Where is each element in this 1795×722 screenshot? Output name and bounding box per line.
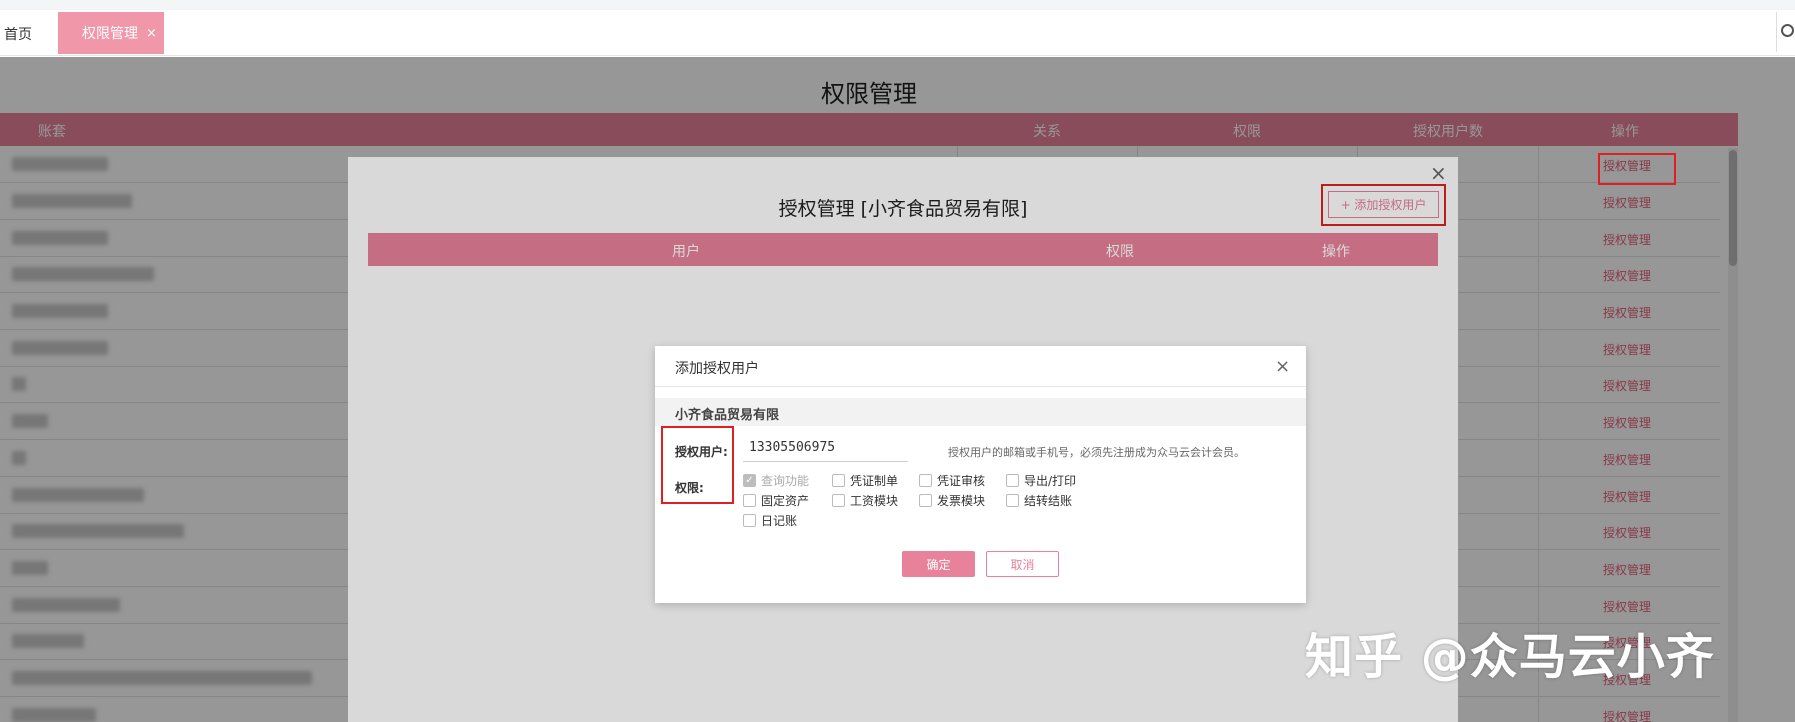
modal-title: 添加授权用户 [675, 361, 759, 377]
user-hint: 授权用户的邮箱或手机号，必须先注册成为众马云会计会员。 [948, 446, 1245, 459]
checkbox-box [919, 494, 932, 507]
top-tab-bar: 首页 权限管理 × [0, 0, 1795, 56]
perm-export-print-checkbox[interactable]: 导出/打印 [1006, 472, 1076, 489]
tab-permission-management[interactable]: 权限管理 × [58, 12, 164, 54]
add-user-modal: 添加授权用户 × 小齐食品贸易有限 授权用户: 权限: 授权用户的邮箱或手机号，… [655, 346, 1306, 603]
tab-home[interactable]: 首页 [4, 24, 32, 44]
checkbox-label: 日记账 [761, 514, 798, 528]
watermark: 知乎 @众马云小齐 [1305, 629, 1715, 685]
cancel-button[interactable]: 取消 [986, 551, 1059, 577]
user-input[interactable] [743, 434, 908, 462]
checkbox-box [1006, 474, 1019, 487]
checkbox-label: 凭证审核 [937, 474, 986, 488]
perm-voucher-review-checkbox[interactable]: 凭证审核 [919, 472, 985, 489]
perm-closing-checkbox[interactable]: 结转结账 [1006, 492, 1072, 509]
checkbox-label: 结转结账 [1024, 494, 1073, 508]
perm-journal-checkbox[interactable]: 日记账 [743, 512, 797, 529]
highlight-box [1598, 153, 1676, 185]
check-icon: ✓ [743, 474, 756, 487]
tab-close-icon[interactable]: × [146, 26, 157, 41]
checkbox-label: 查询功能 [761, 474, 810, 488]
checkbox-box [832, 474, 845, 487]
modal-header: 添加授权用户 × [655, 346, 1306, 387]
company-bar: 小齐食品贸易有限 [655, 398, 1306, 426]
user-label: 授权用户: [675, 445, 728, 459]
divider [1776, 12, 1777, 52]
checkbox-label: 发票模块 [937, 494, 986, 508]
perm-query-checkbox[interactable]: ✓ 查询功能 [743, 472, 809, 489]
search-icon[interactable] [1781, 24, 1794, 37]
perm-payroll-checkbox[interactable]: 工资模块 [832, 492, 898, 509]
checkbox-label: 导出/打印 [1024, 474, 1077, 488]
tab-label: 权限管理 [82, 26, 138, 42]
perm-invoice-checkbox[interactable]: 发票模块 [919, 492, 985, 509]
checkbox-label: 凭证制单 [850, 474, 899, 488]
checkbox-box [1006, 494, 1019, 507]
confirm-button[interactable]: 确定 [902, 551, 975, 577]
checkbox-label: 固定资产 [761, 494, 810, 508]
checkbox-box [743, 494, 756, 507]
close-icon[interactable]: × [1275, 356, 1290, 377]
permission-label: 权限: [675, 481, 704, 495]
checkbox-box [743, 514, 756, 527]
topbar-strip [0, 0, 1795, 10]
perm-voucher-create-checkbox[interactable]: 凭证制单 [832, 472, 898, 489]
checkbox-box [919, 474, 932, 487]
perm-fixed-assets-checkbox[interactable]: 固定资产 [743, 492, 809, 509]
checkbox-label: 工资模块 [850, 494, 899, 508]
checkbox-box [832, 494, 845, 507]
company-name: 小齐食品贸易有限 [675, 408, 780, 423]
